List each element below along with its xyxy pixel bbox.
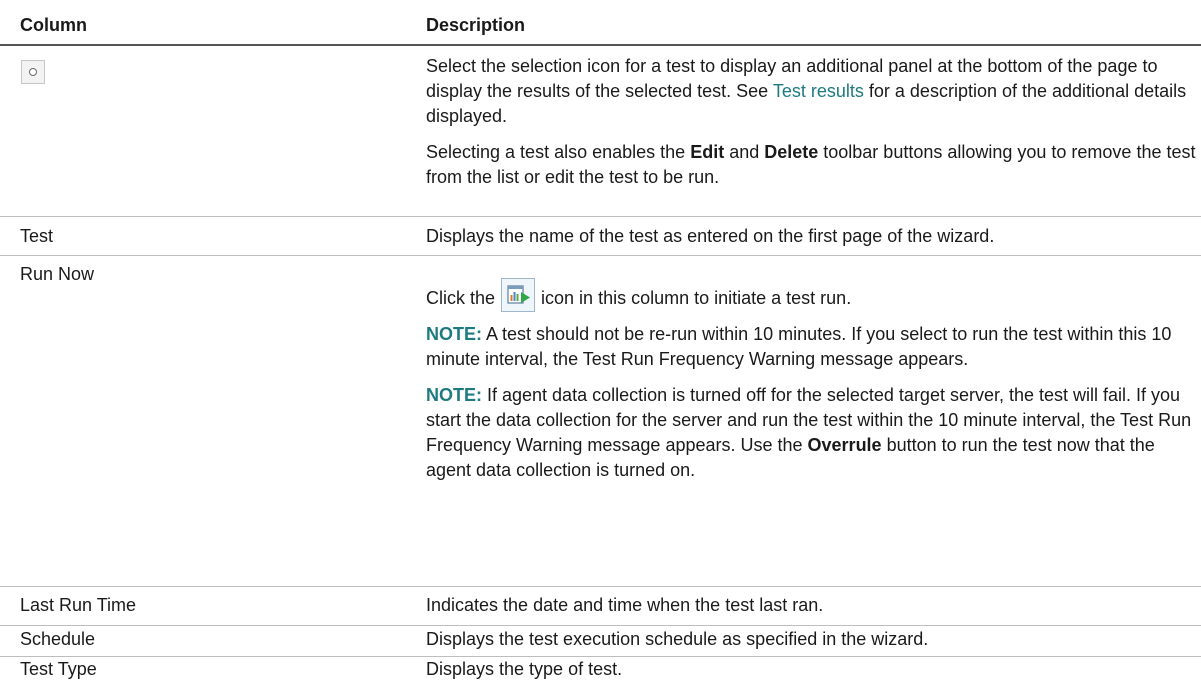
run-now-instruction: Click the icon in this column to initiate… — [426, 278, 1201, 316]
radio-dot-icon — [29, 68, 37, 76]
schedule-label: Schedule — [20, 629, 96, 649]
table-header: Column Description — [0, 0, 1201, 46]
schedule-description: Displays the test execution schedule as … — [426, 629, 929, 649]
test-type-label: Test Type — [20, 659, 97, 679]
row-divider — [0, 255, 1201, 256]
selection-description: Select the selection icon for a test to … — [426, 54, 1201, 190]
description-header: Description — [426, 15, 526, 35]
test-description: Displays the name of the test as entered… — [426, 226, 995, 246]
row-divider — [0, 216, 1201, 217]
test-results-link[interactable]: Test results — [773, 81, 864, 101]
run-now-label: Run Now — [20, 264, 95, 284]
edit-term: Edit — [690, 142, 725, 162]
row-divider — [0, 625, 1201, 626]
row-divider — [0, 586, 1201, 587]
test-label: Test — [20, 226, 54, 246]
selection-paragraph-1: Select the selection icon for a test to … — [426, 56, 1187, 126]
last-run-time-description: Indicates the date and time when the tes… — [426, 595, 824, 615]
overrule-term: Overrule — [807, 435, 882, 455]
column-description-table: Column Description Select the selection … — [0, 0, 1201, 679]
run-now-description: Click the icon in this column to initiate… — [426, 278, 1201, 483]
test-type-description: Displays the type of test. — [426, 659, 623, 679]
column-header: Column — [20, 15, 87, 35]
selection-radio-icon — [21, 60, 45, 84]
last-run-time-label: Last Run Time — [20, 595, 137, 615]
selection-paragraph-2: Selecting a test also enables the Edit a… — [426, 142, 1196, 187]
delete-term: Delete — [764, 142, 819, 162]
run-now-note-2: NOTE: If agent data collection is turned… — [426, 385, 1192, 480]
run-now-note-1: NOTE: A test should not be re-run within… — [426, 324, 1172, 369]
run-now-icon — [501, 278, 536, 312]
note-label: NOTE: — [426, 385, 482, 405]
note-label: NOTE: — [426, 324, 482, 344]
